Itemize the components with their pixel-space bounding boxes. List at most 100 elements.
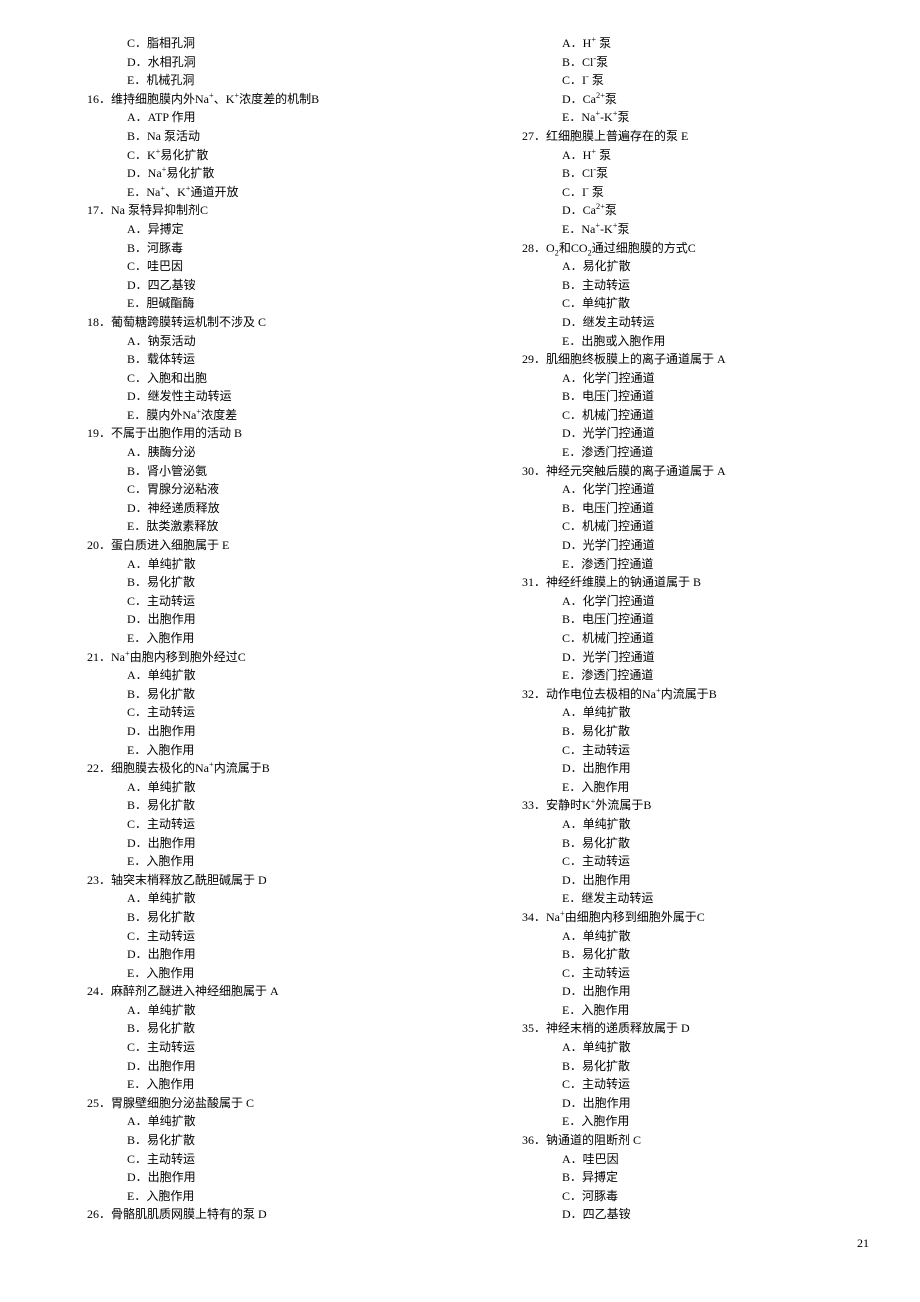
option-line: B．易化扩散 — [45, 573, 440, 592]
question-line: 34．Na+由细胞内移到细胞外属于C — [480, 908, 875, 927]
option-line: D．四乙基铵 — [45, 276, 440, 295]
option-line: A．单纯扩散 — [480, 1038, 875, 1057]
option-line: A．单纯扩散 — [45, 778, 440, 797]
option-line: C．脂相孔洞 — [45, 34, 440, 53]
option-line: A．单纯扩散 — [45, 1001, 440, 1020]
option-line: B．电压门控通道 — [480, 499, 875, 518]
option-line: E．入胞作用 — [45, 964, 440, 983]
question-line: 26．骨骼肌肌质网膜上特有的泵 D — [45, 1205, 440, 1224]
option-line: A．易化扩散 — [480, 257, 875, 276]
option-line: E．入胞作用 — [480, 778, 875, 797]
option-line: E．肽类激素释放 — [45, 517, 440, 536]
page-number: 21 — [45, 1224, 875, 1253]
option-line: B．易化扩散 — [480, 722, 875, 741]
option-line: E．渗透门控通道 — [480, 443, 875, 462]
option-line: D．水相孔洞 — [45, 53, 440, 72]
question-line: 24．麻醉剂乙醚进入神经细胞属于 A — [45, 982, 440, 1001]
option-line: D．出胞作用 — [45, 1168, 440, 1187]
question-line: 25．胃腺壁细胞分泌盐酸属于 C — [45, 1094, 440, 1113]
option-line: B．河豚毒 — [45, 239, 440, 258]
option-line: D．出胞作用 — [480, 759, 875, 778]
option-line: B．易化扩散 — [480, 1057, 875, 1076]
option-line: D．继发性主动转运 — [45, 387, 440, 406]
option-line: D．出胞作用 — [45, 945, 440, 964]
question-line: 17．Na 泵特异抑制剂C — [45, 201, 440, 220]
option-line: B．载体转运 — [45, 350, 440, 369]
option-line: D．光学门控通道 — [480, 536, 875, 555]
option-line: C．主动转运 — [480, 964, 875, 983]
option-line: E．胆碱酯酶 — [45, 294, 440, 313]
option-line: A．ATP 作用 — [45, 108, 440, 127]
question-line: 29．肌细胞终板膜上的离子通道属于 A — [480, 350, 875, 369]
option-line: D．神经递质释放 — [45, 499, 440, 518]
option-line: B．电压门控通道 — [480, 610, 875, 629]
option-line: B．电压门控通道 — [480, 387, 875, 406]
question-line: 36．钠通道的阻断剂 C — [480, 1131, 875, 1150]
option-line: D．出胞作用 — [480, 982, 875, 1001]
option-line: D．出胞作用 — [480, 1094, 875, 1113]
option-line: D．出胞作用 — [45, 610, 440, 629]
option-line: B．易化扩散 — [45, 1019, 440, 1038]
option-line: B．易化扩散 — [45, 1131, 440, 1150]
question-line: 20．蛋白质进入细胞属于 E — [45, 536, 440, 555]
option-line: B．易化扩散 — [45, 908, 440, 927]
option-line: C．主动转运 — [45, 592, 440, 611]
option-line: B．易化扩散 — [45, 685, 440, 704]
option-line: C．主动转运 — [45, 927, 440, 946]
option-line: C．机械门控通道 — [480, 517, 875, 536]
option-line: C．K+易化扩散 — [45, 146, 440, 165]
question-line: 28．O2和CO2通过细胞膜的方式C — [480, 239, 875, 258]
option-line: C．机械门控通道 — [480, 406, 875, 425]
option-line: E．机械孔洞 — [45, 71, 440, 90]
option-line: C．主动转运 — [45, 815, 440, 834]
option-line: B．Na 泵活动 — [45, 127, 440, 146]
question-line: 21．Na+由胞内移到胞外经过C — [45, 648, 440, 667]
option-line: D．四乙基铵 — [480, 1205, 875, 1224]
option-line: C．入胞和出胞 — [45, 369, 440, 388]
option-line: E．继发主动转运 — [480, 889, 875, 908]
option-line: A．单纯扩散 — [45, 555, 440, 574]
option-line: B．易化扩散 — [45, 796, 440, 815]
option-line: E．出胞或入胞作用 — [480, 332, 875, 351]
option-line: E．入胞作用 — [45, 852, 440, 871]
option-line: E．Na+-K+泵 — [480, 220, 875, 239]
option-line: C．I- 泵 — [480, 183, 875, 202]
option-line: C．机械门控通道 — [480, 629, 875, 648]
question-line: 27．红细胞膜上普遍存在的泵 E — [480, 127, 875, 146]
option-line: E．膜内外Na+浓度差 — [45, 406, 440, 425]
option-line: D．Ca2+泵 — [480, 90, 875, 109]
option-line: A．钠泵活动 — [45, 332, 440, 351]
option-line: A．单纯扩散 — [480, 703, 875, 722]
option-line: B．易化扩散 — [480, 945, 875, 964]
right-column: A．H+ 泵B．Cl-泵C．I- 泵D．Ca2+泵E．Na+-K+泵27．红细胞… — [480, 34, 875, 1224]
option-line: C．河豚毒 — [480, 1187, 875, 1206]
question-line: 32．动作电位去极相的Na+内流属于B — [480, 685, 875, 704]
option-line: A．单纯扩散 — [480, 927, 875, 946]
option-line: C．主动转运 — [45, 1150, 440, 1169]
option-line: A．单纯扩散 — [45, 666, 440, 685]
question-line: 18．葡萄糖跨膜转运机制不涉及 C — [45, 313, 440, 332]
option-line: A．化学门控通道 — [480, 592, 875, 611]
question-line: 33．安静时K+外流属于B — [480, 796, 875, 815]
question-line: 22．细胞膜去极化的Na+内流属于B — [45, 759, 440, 778]
option-line: A．单纯扩散 — [45, 1112, 440, 1131]
option-line: D．光学门控通道 — [480, 424, 875, 443]
option-line: A．胰酶分泌 — [45, 443, 440, 462]
option-line: E．入胞作用 — [480, 1001, 875, 1020]
option-line: C．主动转运 — [480, 1075, 875, 1094]
option-line: B．异搏定 — [480, 1168, 875, 1187]
option-line: A．化学门控通道 — [480, 369, 875, 388]
option-line: C．主动转运 — [480, 852, 875, 871]
option-line: D．Na+易化扩散 — [45, 164, 440, 183]
option-line: B．易化扩散 — [480, 834, 875, 853]
option-line: E．入胞作用 — [480, 1112, 875, 1131]
option-line: B．Cl-泵 — [480, 53, 875, 72]
option-line: E．渗透门控通道 — [480, 666, 875, 685]
option-line: A．单纯扩散 — [45, 889, 440, 908]
question-line: 31．神经纤维膜上的钠通道属于 B — [480, 573, 875, 592]
question-line: 35．神经末梢的递质释放属于 D — [480, 1019, 875, 1038]
option-line: C．主动转运 — [45, 1038, 440, 1057]
option-line: A．化学门控通道 — [480, 480, 875, 499]
option-line: E．Na+-K+泵 — [480, 108, 875, 127]
option-line: A．哇巴因 — [480, 1150, 875, 1169]
